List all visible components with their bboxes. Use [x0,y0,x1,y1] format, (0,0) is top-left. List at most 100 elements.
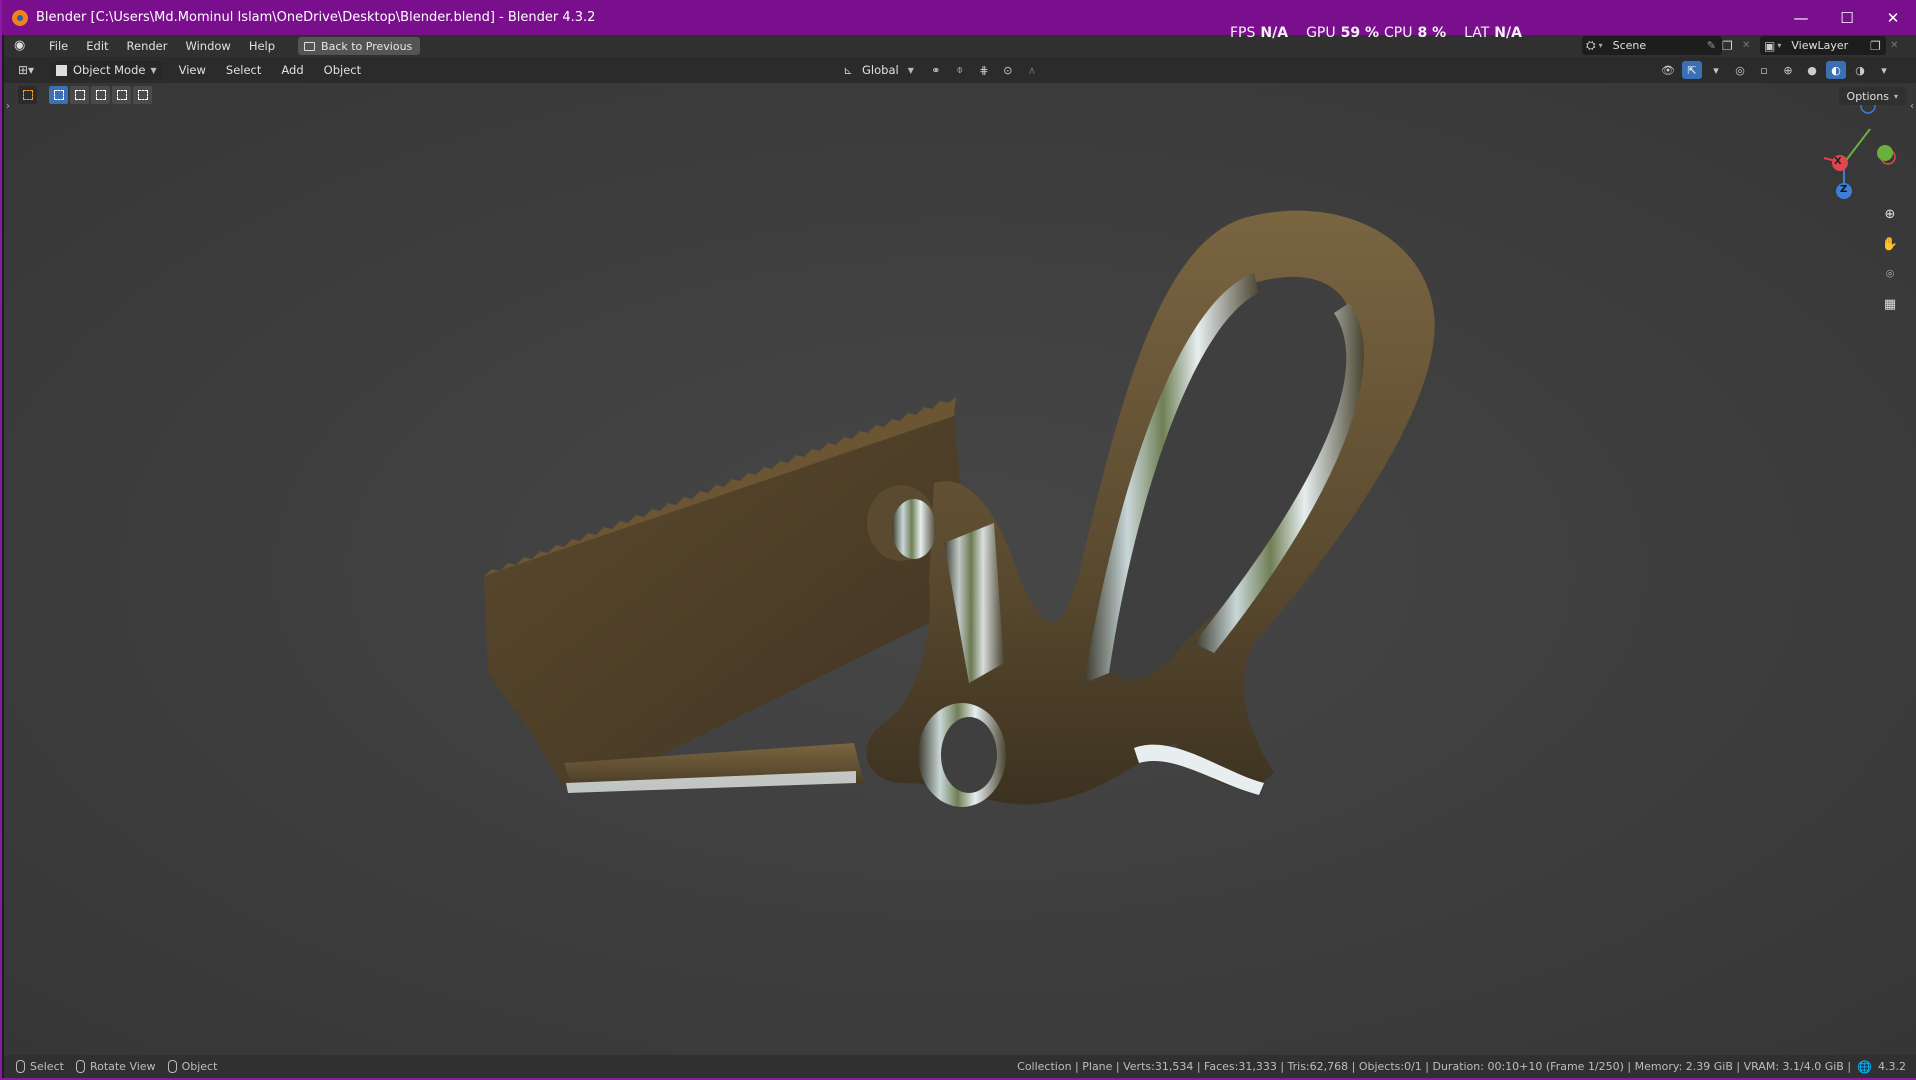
duplicate-icon: ❐ [1870,38,1881,53]
zoom-view-button[interactable]: ⊕ [1878,202,1902,226]
minimize-button[interactable]: — [1778,0,1824,35]
perspective-toggle-button[interactable]: ▦ [1878,292,1902,316]
scene-icon: ⛭ [1586,38,1596,52]
window-title: Blender [C:\Users\Md.Mominul Islam\OneDr… [36,10,596,25]
back-icon [304,41,316,51]
mouse-left-icon [16,1060,25,1073]
pin-icon[interactable]: ✎ [1707,39,1716,52]
object-mode-dropdown[interactable]: Object Mode ▼ [50,60,163,80]
chevron-down-icon: ▼ [907,65,914,75]
object-mode-icon [56,64,67,76]
mode-intersect-button[interactable] [133,86,152,104]
wireframe-shading-icon[interactable]: ⊕ [1778,61,1798,79]
orientation-icon: ⊾ [843,63,853,77]
3d-viewport[interactable]: X Z › ‹ [4,83,1916,1055]
maximize-button[interactable]: ☐ [1824,0,1870,35]
menu-view[interactable]: View [169,63,216,77]
grid-icon: ▦ [1883,296,1897,312]
delete-view-layer-button[interactable]: ✕ [1890,36,1904,55]
menu-window[interactable]: Window [176,39,239,53]
mouse-right-icon [167,1060,177,1073]
hint-rotate-label: Rotate View [89,1060,156,1073]
back-to-previous-label: Back to Previous [321,39,413,53]
view-layer-icon: ▣ [1764,38,1776,53]
scene-selector[interactable]: ⛭ ▾ Scene ✎ [1582,36,1722,55]
solid-shading-icon[interactable]: ● [1802,61,1822,79]
hint-object: Object [167,1060,218,1073]
status-bar: Select Rotate View Object Collection | P… [4,1055,1916,1078]
gizmo-x-label: X [1834,156,1842,167]
mode-intersect-icon [137,90,148,100]
chevron-down-icon: ▾ [1598,41,1603,50]
viewport-display-controls: 👁 ⇱ ▾ ◎ ▫ ⊕ ● ◐ ◑ ▾ [1658,61,1894,79]
hint-object-label: Object [181,1060,218,1073]
menu-select[interactable]: Select [216,63,271,77]
gpu-label: GPU [1306,25,1336,41]
mouse-middle-icon [75,1060,85,1073]
duplicate-icon: ❐ [1722,38,1733,53]
cpu-value: 8 % [1417,25,1447,41]
mode-invert-button[interactable] [112,86,131,104]
mode-extend-button[interactable] [70,86,89,104]
chevron-down-icon: ▼ [150,65,157,75]
close-button[interactable]: ✕ [1870,0,1916,35]
title-bar: Blender [C:\Users\Md.Mominul Islam\OneDr… [2,0,1916,35]
zoom-icon: ⊕ [1884,206,1896,222]
mode-subtract-button[interactable] [91,86,110,104]
shading-dropdown-icon[interactable]: ▾ [1874,61,1894,79]
menu-render[interactable]: Render [118,39,177,53]
material-shading-icon[interactable]: ◐ [1826,61,1846,79]
options-dropdown[interactable]: Options ▾ [1838,87,1906,105]
performance-stats: FPS N/A GPU 59 % CPU 8 % LAT N/A [1230,25,1522,41]
hint-rotate: Rotate View [75,1060,156,1073]
menu-edit[interactable]: Edit [77,39,117,53]
menu-object[interactable]: Object [314,63,371,77]
delete-scene-button[interactable]: ✕ [1742,36,1756,55]
gpu-value: 59 % [1340,25,1379,41]
mode-extend-icon [74,90,85,100]
snap-target-icon[interactable]: ⋕ [974,61,994,79]
visibility-icon[interactable]: 👁 [1658,61,1678,79]
gizmo-toggle-icon[interactable]: ⇱ [1682,61,1702,79]
snap-icon[interactable]: ⌽ [950,61,970,79]
sidebar-expand-icon[interactable]: ‹ [1910,101,1914,112]
gizmo-dropdown-icon[interactable]: ▾ [1706,61,1726,79]
mode-new-button[interactable] [49,86,68,104]
globe-icon: 🌐 [1857,1059,1872,1074]
object-mode-label: Object Mode [73,63,146,77]
editor-type-icon[interactable]: ⊞▾ [18,63,34,77]
select-box-tool[interactable] [18,86,37,104]
mode-subtract-icon [95,90,106,100]
hint-select: Select [16,1060,64,1073]
falloff-icon[interactable]: ∧ [1022,61,1042,79]
chevron-down-icon: ▾ [1777,41,1782,50]
overlays-icon[interactable]: ◎ [1730,61,1750,79]
blender-menu-icon[interactable]: ◉ [14,39,32,53]
xray-icon[interactable]: ▫ [1754,61,1774,79]
hint-select-label: Select [30,1060,64,1073]
menu-add[interactable]: Add [271,63,313,77]
view-layer-name: ViewLayer [1791,39,1849,52]
rendered-shading-icon[interactable]: ◑ [1850,61,1870,79]
view-layer-selector[interactable]: ▣ ▾ ViewLayer [1760,36,1886,55]
blender-logo-icon [12,9,28,26]
close-icon: ✕ [1742,40,1751,51]
toolbar-expand-icon[interactable]: › [6,101,10,112]
pan-view-button[interactable]: ✋ [1878,232,1902,256]
navigation-gizmo[interactable] [1823,98,1896,199]
mode-invert-icon [116,90,127,100]
menu-help[interactable]: Help [240,39,284,53]
proportional-edit-icon[interactable]: ⊙ [998,61,1018,79]
lat-label: LAT [1464,25,1490,41]
close-icon: ✕ [1890,40,1899,51]
camera-view-button[interactable]: ⌾ [1878,262,1902,286]
scene-name: Scene [1612,39,1647,52]
new-scene-button[interactable]: ❐ [1722,36,1740,55]
back-to-previous-button[interactable]: Back to Previous [298,37,421,55]
orientation-label[interactable]: Global [862,63,899,77]
menu-file[interactable]: File [40,39,77,53]
mode-new-icon [53,90,64,100]
camera-icon: ⌾ [1886,266,1894,282]
new-view-layer-button[interactable]: ❐ [1870,36,1888,55]
pivot-icon[interactable]: ⚭ [926,61,946,79]
